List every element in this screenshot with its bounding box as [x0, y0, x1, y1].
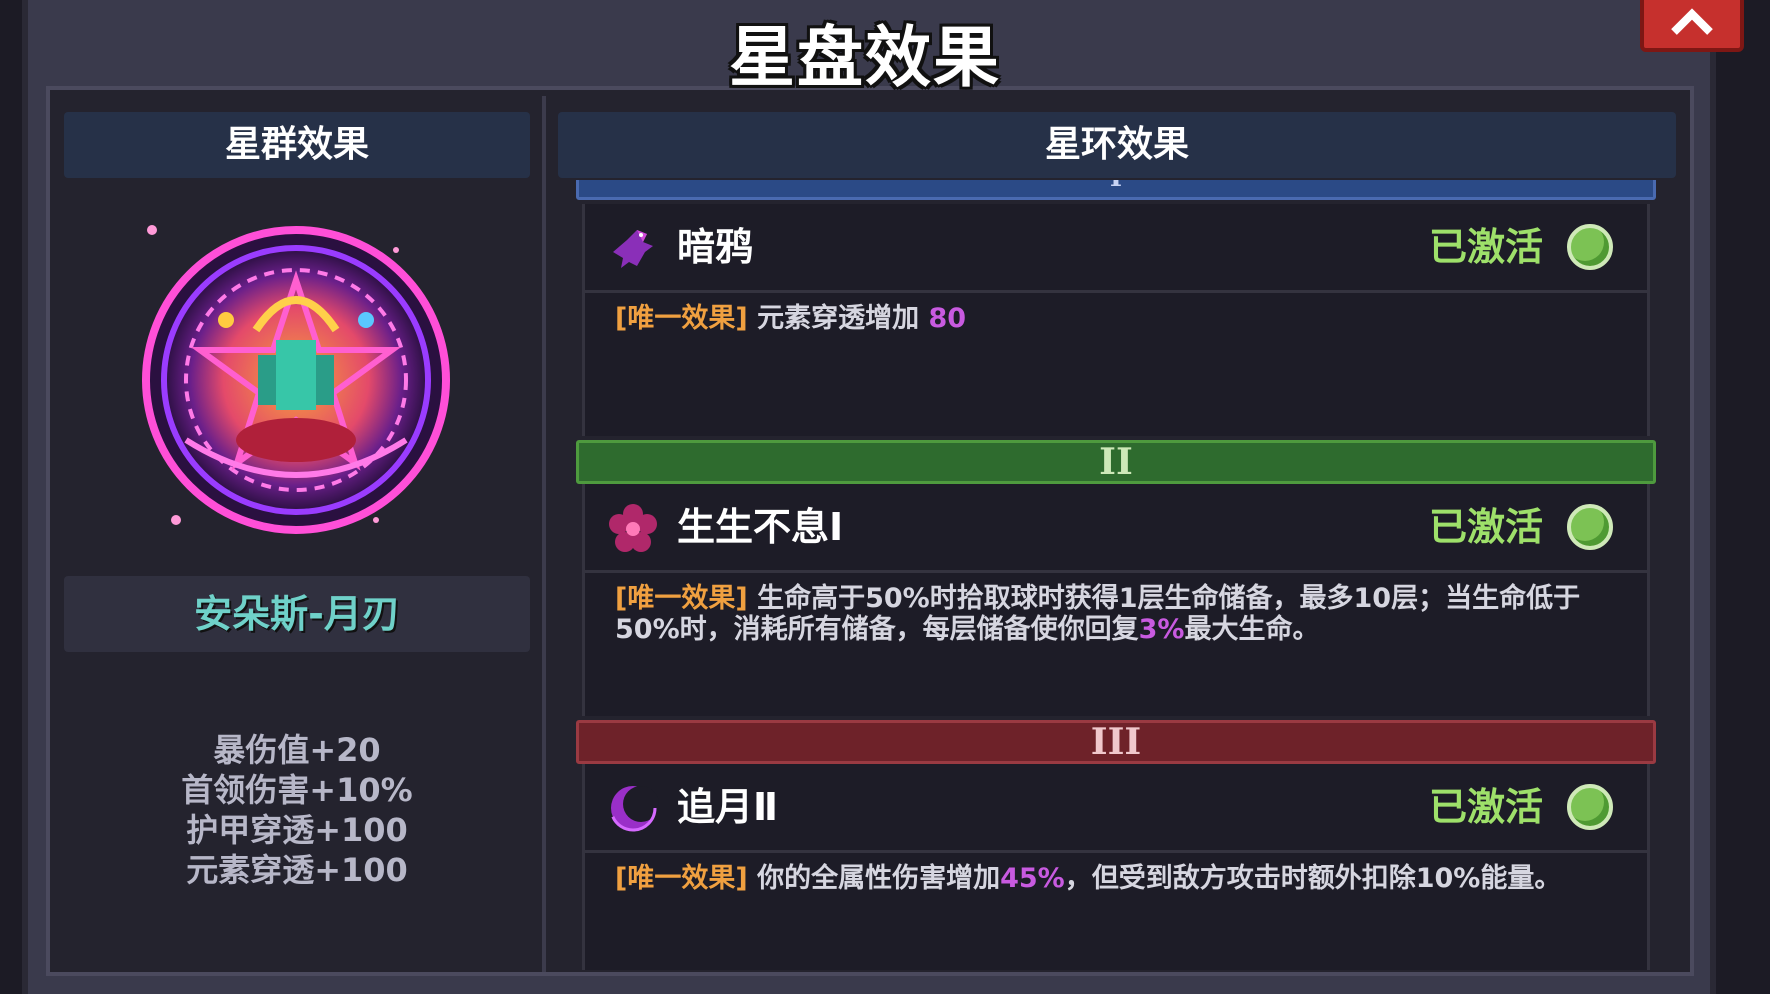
dialog-title: 星盘效果 [729, 19, 1001, 96]
effect-status: 已激活 [1429, 225, 1544, 269]
effect-card-header: 追月Ⅱ 已激活 [585, 764, 1647, 853]
active-indicator [1567, 504, 1613, 550]
flower-icon [609, 504, 657, 552]
effect-card: 暗鸦 已激活 [唯一效果] 元素穿透增加 80 [582, 204, 1650, 436]
close-icon [1671, 8, 1713, 35]
tier-banner-3: III [576, 720, 1656, 764]
effect-tag: [唯一效果] [615, 583, 748, 614]
stat-boss-damage: 首领伤害+10% [181, 771, 413, 809]
constellation-name: 安朵斯-月刃 [64, 576, 530, 652]
crescent-moon-icon [609, 784, 659, 832]
panel-divider [542, 96, 546, 972]
effect-card: 生生不息Ⅰ 已激活 [唯一效果] 生命高于50%时拾取球时获得1层生命储备，最多… [582, 484, 1650, 716]
constellation-emblem-icon [142, 225, 450, 534]
effect-description: [唯一效果] 元素穿透增加 80 [585, 293, 1647, 344]
tier-numeral: II [1099, 441, 1133, 483]
effect-name: 暗鸦 [677, 225, 754, 269]
tier-banner-1: I [576, 180, 1656, 200]
effect-card-header: 暗鸦 已激活 [585, 204, 1647, 293]
ring-effect-list[interactable]: I 暗鸦 已激活 [唯一效果] 元素穿透增加 80 II [576, 180, 1656, 970]
effect-desc-value: 80 [928, 303, 967, 334]
effect-status: 已激活 [1429, 505, 1544, 549]
effect-desc-value: 3% [1138, 614, 1185, 645]
effect-name: 追月Ⅱ [677, 785, 779, 829]
constellation-effect-header: 星群效果 [64, 112, 530, 178]
effect-description: [唯一效果] 你的全属性伤害增加45%，但受到敌方攻击时额外扣除10%能量。 [585, 853, 1647, 904]
effect-card: 追月Ⅱ 已激活 [唯一效果] 你的全属性伤害增加45%，但受到敌方攻击时额外扣除… [582, 764, 1650, 970]
constellation-stats: 暴伤值+20 首领伤害+10% 护甲穿透+100 元素穿透+100 [64, 730, 530, 890]
stat-crit-damage: 暴伤值+20 [213, 731, 381, 769]
active-indicator [1567, 784, 1613, 830]
effect-status: 已激活 [1429, 785, 1544, 829]
effect-desc-text: 最大生命。 [1184, 614, 1320, 645]
close-button[interactable] [1640, 0, 1744, 52]
effect-desc-text: ，但受到敌方攻击时额外扣除10%能量。 [1064, 863, 1562, 894]
active-indicator [1567, 224, 1613, 270]
effect-name: 生生不息Ⅰ [677, 505, 844, 549]
effect-desc-text: 你的全属性伤害增加 [757, 863, 1001, 894]
crow-icon [613, 230, 653, 268]
tier-banner-2: II [576, 440, 1656, 484]
stat-armor-pen: 护甲穿透+100 [186, 811, 408, 849]
effect-desc-text: 元素穿透增加 [757, 303, 929, 334]
effect-description: [唯一效果] 生命高于50%时拾取球时获得1层生命储备，最多10层；当生命低于5… [585, 573, 1647, 655]
effect-desc-text: 生命高于50%时拾取球时获得1层生命储备，最多10层；当生命低于50%时，消耗所… [615, 583, 1581, 645]
tier-numeral: I [1110, 180, 1122, 193]
effect-tag: [唯一效果] [615, 863, 748, 894]
effect-desc-value: 45% [1000, 863, 1065, 894]
effect-card-header: 生生不息Ⅰ 已激活 [585, 484, 1647, 573]
stat-element-pen: 元素穿透+100 [186, 851, 408, 889]
ring-effect-header: 星环效果 [558, 112, 1676, 178]
tier-numeral: III [1090, 721, 1142, 763]
effect-tag: [唯一效果] [615, 303, 748, 334]
